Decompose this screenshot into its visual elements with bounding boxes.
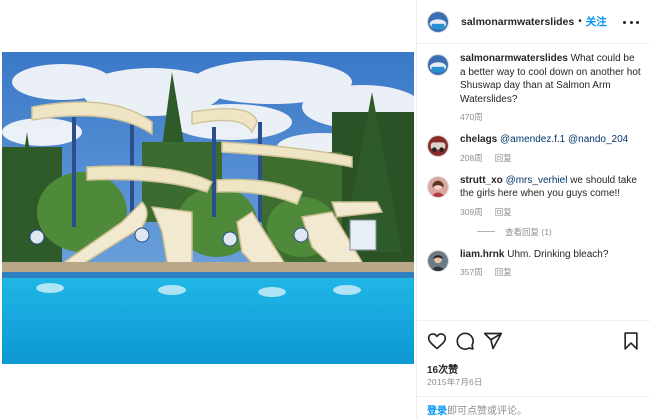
header-separator: • xyxy=(578,16,582,27)
action-icons xyxy=(427,331,641,353)
post-actions: 16次赞 2015年7月6日 登录即可点赞或评论。 xyxy=(417,320,650,419)
list-item: liam.hrnk Uhm. Drinking bleach? 357周 回复 xyxy=(427,248,641,279)
instagram-post-dialog: salmonarmwaterslides • 关注 salmonarmwater… xyxy=(0,0,650,419)
comment-text: strutt_xo @mrs_verhiel we should take th… xyxy=(460,174,641,201)
comments-list[interactable]: salmonarmwaterslides What could be a bet… xyxy=(417,44,650,320)
comment-time[interactable]: 309周 xyxy=(460,206,483,218)
caption: salmonarmwaterslides What could be a bet… xyxy=(427,52,641,123)
post-media xyxy=(0,0,416,419)
comment-time[interactable]: 357周 xyxy=(460,266,483,278)
bookmark-icon[interactable] xyxy=(621,331,641,351)
comment-username[interactable]: chelags xyxy=(460,134,497,145)
comment-username[interactable]: liam.hrnk xyxy=(460,249,504,260)
view-replies-label[interactable]: 查看回复 (1) xyxy=(505,226,552,238)
view-replies-button[interactable]: 查看回复 (1) xyxy=(477,226,641,238)
comment-body: Uhm. Drinking bleach? xyxy=(507,248,609,260)
post-date[interactable]: 2015年7月6日 xyxy=(427,376,483,388)
header-username[interactable]: salmonarmwaterslides xyxy=(461,16,574,28)
comment-time[interactable]: 208周 xyxy=(460,152,483,164)
reply-button[interactable]: 回复 xyxy=(495,152,512,164)
divider xyxy=(477,231,495,232)
post-sidebar: salmonarmwaterslides • 关注 salmonarmwater… xyxy=(416,0,650,419)
comment-username[interactable]: strutt_xo xyxy=(460,175,503,186)
avatar[interactable] xyxy=(427,175,449,198)
post-photo[interactable] xyxy=(2,52,414,364)
post-header: salmonarmwaterslides • 关注 xyxy=(417,0,650,44)
list-item: strutt_xo @mrs_verhiel we should take th… xyxy=(427,174,641,218)
share-icon[interactable] xyxy=(483,331,503,351)
login-prompt: 登录即可点赞或评论。 xyxy=(417,396,650,419)
mention-link[interactable]: @amendez.f.1 xyxy=(500,134,565,145)
avatar[interactable] xyxy=(427,54,449,76)
comment-icon[interactable] xyxy=(455,331,475,351)
likes-count[interactable]: 16次赞 xyxy=(427,361,458,376)
login-prompt-text: 即可点赞或评论。 xyxy=(447,406,527,417)
mention-link[interactable]: @nando_204 xyxy=(568,134,628,145)
caption-username[interactable]: salmonarmwaterslides xyxy=(460,53,568,64)
heart-icon[interactable] xyxy=(427,331,447,351)
reply-button[interactable]: 回复 xyxy=(495,266,512,278)
more-icon[interactable] xyxy=(623,14,639,30)
mention-link[interactable]: @mrs_verhiel xyxy=(506,175,568,186)
avatar[interactable] xyxy=(427,249,449,272)
avatar[interactable] xyxy=(427,135,449,157)
caption-time[interactable]: 470周 xyxy=(460,111,483,123)
reply-button[interactable]: 回复 xyxy=(495,206,512,218)
comment-text: chelags @amendez.f.1 @nando_204 xyxy=(460,133,641,147)
follow-button[interactable]: 关注 xyxy=(586,14,607,29)
avatar[interactable] xyxy=(427,10,449,33)
caption-text: salmonarmwaterslides What could be a bet… xyxy=(460,52,641,106)
comment-text: liam.hrnk Uhm. Drinking bleach? xyxy=(460,248,641,262)
list-item: chelags @amendez.f.1 @nando_204 208周 回复 xyxy=(427,133,641,164)
login-link[interactable]: 登录 xyxy=(427,406,447,417)
